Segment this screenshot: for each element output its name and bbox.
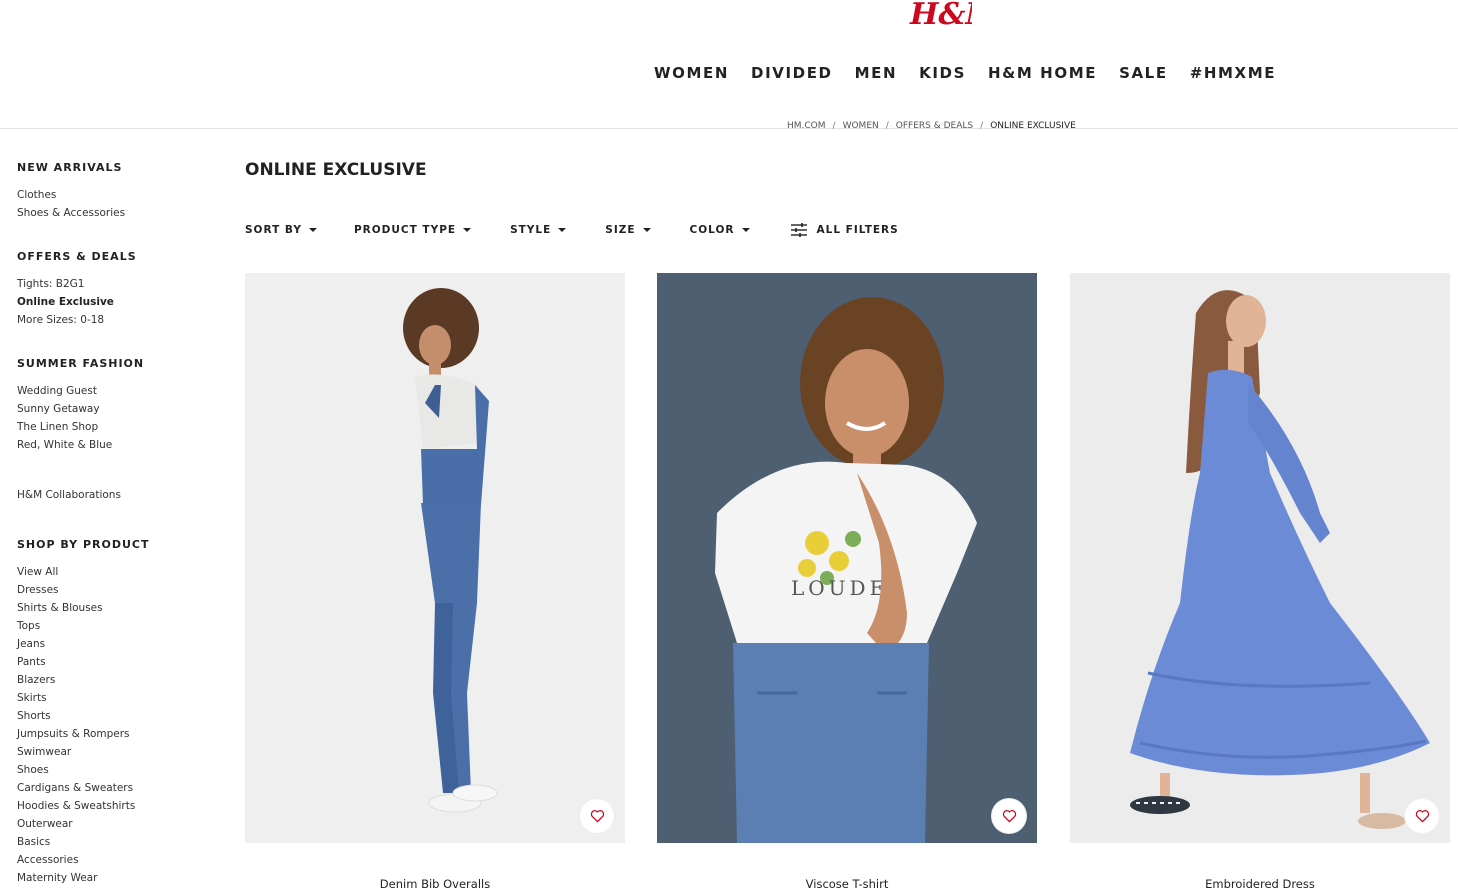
header-divider	[0, 128, 1458, 129]
sidebar-item-blazers[interactable]: Blazers	[17, 671, 217, 689]
sidebar-item-hoodies-sweatshirts[interactable]: Hoodies & Sweatshirts	[17, 797, 217, 815]
filter-label: SIZE	[605, 224, 636, 236]
sidebar-list: Tights: B2G1 Online Exclusive More Sizes…	[17, 275, 217, 329]
sidebar-heading: SHOP BY PRODUCT	[17, 538, 150, 551]
sidebar-item-sunny-getaway[interactable]: Sunny Getaway	[17, 400, 217, 418]
sidebar-heading: OFFERS & DEALS	[17, 250, 137, 263]
nav-kids[interactable]: KIDS	[919, 64, 966, 82]
sidebar-item-collaborations[interactable]: H&M Collaborations	[17, 486, 217, 504]
product-title[interactable]: Embroidered Dress	[1070, 877, 1450, 888]
product-image[interactable]	[1070, 273, 1450, 843]
sidebar-item-pants[interactable]: Pants	[17, 653, 217, 671]
sidebar-item-accessories[interactable]: Accessories	[17, 851, 217, 869]
nav-divided[interactable]: DIVIDED	[751, 64, 833, 82]
product-card: Denim Bib Overalls	[245, 273, 625, 888]
sidebar-item-dresses[interactable]: Dresses	[17, 581, 217, 599]
sidebar-item-jumpsuits-rompers[interactable]: Jumpsuits & Rompers	[17, 725, 217, 743]
color-dropdown[interactable]: COLOR	[690, 224, 750, 236]
favorite-button[interactable]	[1405, 799, 1439, 833]
sidebar-section-offers-deals: OFFERS & DEALS Tights: B2G1 Online Exclu…	[17, 250, 217, 329]
sidebar-list: Wedding Guest Sunny Getaway The Linen Sh…	[17, 382, 217, 454]
heart-icon	[590, 810, 604, 823]
sidebar-item-maternity-wear[interactable]: Maternity Wear	[17, 869, 217, 887]
product-card: Embroidered Dress	[1070, 273, 1450, 888]
category-sidebar: NEW ARRIVALS Clothes Shoes & Accessories…	[17, 161, 217, 887]
main-navigation: WOMEN DIVIDED MEN KIDS H&M HOME SALE #HM…	[654, 64, 1298, 82]
sidebar-section-summer-fashion: SUMMER FASHION Wedding Guest Sunny Getaw…	[17, 357, 217, 454]
nav-hmxme[interactable]: #HMXME	[1190, 64, 1276, 82]
size-dropdown[interactable]: SIZE	[605, 224, 651, 236]
breadcrumb-current: ONLINE EXCLUSIVE	[990, 121, 1076, 131]
caret-down-icon	[463, 228, 472, 232]
sidebar-item-view-all[interactable]: View All	[17, 563, 217, 581]
sidebar-item-shoes-accessories[interactable]: Shoes & Accessories	[17, 204, 217, 222]
sidebar-item-jeans[interactable]: Jeans	[17, 635, 217, 653]
breadcrumb-separator: /	[832, 121, 836, 131]
caret-down-icon	[741, 228, 750, 232]
filter-label: SORT BY	[245, 224, 302, 236]
filter-label: STYLE	[510, 224, 552, 236]
sidebar-item-wedding-guest[interactable]: Wedding Guest	[17, 382, 217, 400]
filter-bar: SORT BY PRODUCT TYPE STYLE SIZE COLOR AL…	[245, 223, 899, 237]
nav-women[interactable]: WOMEN	[654, 64, 729, 82]
hm-logo-text: H&M	[909, 0, 972, 32]
sidebar-section-collaborations: H&M Collaborations	[17, 486, 217, 504]
product-card: LOUDER Viscose T-shirt	[657, 273, 1037, 888]
hm-logo[interactable]: H&M	[906, 0, 972, 34]
style-dropdown[interactable]: STYLE	[510, 224, 567, 236]
all-filters-button[interactable]: ALL FILTERS	[790, 223, 899, 237]
caret-down-icon	[558, 228, 567, 232]
model-overalls-photo	[403, 288, 498, 813]
product-title[interactable]: Denim Bib Overalls	[245, 877, 625, 888]
model-tshirt-photo: LOUDER	[715, 297, 977, 843]
sidebar-item-shirts-blouses[interactable]: Shirts & Blouses	[17, 599, 217, 617]
model-dress-photo	[1130, 290, 1430, 829]
product-title[interactable]: Viscose T-shirt	[657, 877, 1037, 888]
sidebar-item-online-exclusive[interactable]: Online Exclusive	[17, 293, 217, 311]
sidebar-item-more-sizes[interactable]: More Sizes: 0-18	[17, 311, 217, 329]
sidebar-item-swimwear[interactable]: Swimwear	[17, 743, 217, 761]
all-filters-label: ALL FILTERS	[816, 224, 899, 236]
sidebar-item-shoes[interactable]: Shoes	[17, 761, 217, 779]
sidebar-section-shop-by-product: SHOP BY PRODUCT View All Dresses Shirts …	[17, 538, 217, 887]
favorite-button[interactable]	[992, 799, 1026, 833]
heart-icon	[1002, 810, 1016, 823]
nav-sale[interactable]: SALE	[1119, 64, 1168, 82]
sidebar-item-tights-b2g1[interactable]: Tights: B2G1	[17, 275, 217, 293]
breadcrumb-hm-com[interactable]: HM.COM	[787, 121, 826, 131]
caret-down-icon	[308, 228, 317, 232]
breadcrumb-offers-deals[interactable]: OFFERS & DEALS	[896, 121, 973, 131]
sidebar-heading: SUMMER FASHION	[17, 357, 145, 370]
sidebar-item-linen-shop[interactable]: The Linen Shop	[17, 418, 217, 436]
filter-label: COLOR	[689, 224, 735, 236]
product-image[interactable]	[245, 273, 625, 843]
caret-down-icon	[642, 228, 651, 232]
product-image[interactable]: LOUDER	[657, 273, 1037, 843]
favorite-button[interactable]	[580, 799, 614, 833]
breadcrumb-separator: /	[980, 121, 984, 131]
filter-label: PRODUCT TYPE	[353, 224, 457, 236]
sidebar-item-skirts[interactable]: Skirts	[17, 689, 217, 707]
sidebar-item-outerwear[interactable]: Outerwear	[17, 815, 217, 833]
breadcrumb: HM.COM / WOMEN / OFFERS & DEALS / ONLINE…	[787, 121, 1076, 131]
sidebar-item-red-white-blue[interactable]: Red, White & Blue	[17, 436, 217, 454]
sliders-icon	[790, 223, 807, 237]
sidebar-list: View All Dresses Shirts & Blouses Tops J…	[17, 563, 217, 887]
nav-hm-home[interactable]: H&M HOME	[988, 64, 1097, 82]
heart-icon	[1415, 810, 1429, 823]
sort-by-dropdown[interactable]: SORT BY	[245, 224, 317, 236]
sidebar-item-tops[interactable]: Tops	[17, 617, 217, 635]
breadcrumb-separator: /	[885, 121, 889, 131]
nav-men[interactable]: MEN	[855, 64, 898, 82]
sidebar-list: Clothes Shoes & Accessories	[17, 186, 217, 222]
product-type-dropdown[interactable]: PRODUCT TYPE	[353, 224, 472, 236]
sidebar-item-basics[interactable]: Basics	[17, 833, 217, 851]
page-title: ONLINE EXCLUSIVE	[245, 160, 427, 180]
breadcrumb-women[interactable]: WOMEN	[843, 121, 879, 131]
sidebar-heading: NEW ARRIVALS	[17, 161, 123, 174]
sidebar-section-new-arrivals: NEW ARRIVALS Clothes Shoes & Accessories	[17, 161, 217, 222]
sidebar-item-clothes[interactable]: Clothes	[17, 186, 217, 204]
sidebar-item-cardigans-sweaters[interactable]: Cardigans & Sweaters	[17, 779, 217, 797]
sidebar-item-shorts[interactable]: Shorts	[17, 707, 217, 725]
